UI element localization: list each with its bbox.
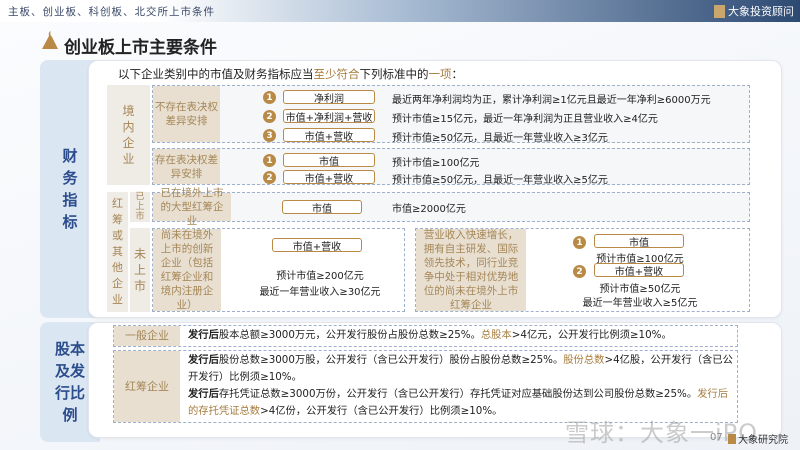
listed-desc: 已在境外上市的大型红筹企业 [153,187,231,227]
criterion-line: 预计市值≥200亿元 [276,271,364,282]
listed-label: 已上市 [130,192,150,222]
number-badge: 3 [263,129,276,142]
intro-text: 以下企业类别中的市值及财务指标应当至少符合下列标准中的一项： [118,67,463,81]
brand-logo-icon [714,4,725,18]
criterion-pill: 市值+净利润+营收 [283,109,375,124]
criterion-pill: 市值+营收 [283,128,375,143]
number-badge: 1 [263,91,276,104]
number-badge: 2 [263,171,276,184]
header-brand: 大象投资顾问 [714,3,794,19]
criterion-pill: 市值+营收 [594,263,684,278]
criterion-text: 最近两年净利润均为正，累计净利润≥1亿元且最近一年净利≥6000万元 [392,95,711,106]
no-vote-label: 不存在表决权差异安排 [153,86,220,142]
criterion-pill: 净利润 [283,90,375,105]
side-label-text: 财务指标 [62,147,78,231]
general-text: 发行后股本总额≥3000万元，公开发行股份占股份总数≥25%。总股本>4亿元，公… [188,329,672,341]
criterion-text: 预计市值≥50亿元，且最近一年营业收入≥3亿元 [392,133,608,144]
criterion-pill: 市值+营收 [272,238,362,253]
redchip-paragraph-1: 发行后股份总数≥3000万股，公开发行（含已公开发行）股份占股份总数≥25%。股… [188,354,733,383]
unlisted-label: 未上市 [130,228,150,312]
criterion-text: 预计市值≥100亿元 [392,158,480,169]
criterion-pill: 市值 [282,200,362,215]
number-badge: 2 [573,265,586,278]
brand-logo-icon [728,433,736,444]
criterion-pill: 市值 [283,153,375,168]
page-number: 07 [710,432,723,443]
general-label: 一般企业 [114,326,180,346]
footer-brand: 大象研究院 [728,431,788,446]
vote-label: 存在表决权差异安排 [153,149,220,184]
redchip-text: 发行后股份总数≥3000万股，公开发行（含已公开发行）股份占股份总数≥25%。股… [188,352,733,420]
criterion-line: 最近一年营业收入≥5亿元 [582,298,698,309]
number-badge: 1 [573,236,586,249]
number-badge: 1 [263,154,276,167]
criterion-text: 市值≥2000亿元 [392,204,466,215]
unlisted-b-desc: 营业收入快速增长，拥有自主研发、国际领先技术，同行业竞争中处于相对优势地位的尚未… [416,229,526,311]
page-title: 创业板上市主要条件 [64,38,217,58]
brand-name: 大象投资顾问 [728,5,794,18]
elephant-logo-icon [42,31,58,49]
domestic-label: 境内企业 [107,85,150,185]
redchip-label: 红筹或其他企业 [107,192,128,312]
side-label-text: 股本及发行比例 [54,340,85,424]
criterion-pill: 市值 [594,234,684,249]
criterion-text: 预计市值≥15亿元，最近一年净利润为正且营业收入≥4亿元 [392,114,658,125]
unlisted-a-desc: 尚未在境外上市的创新企业（包括红筹企业和境内注册企业） [153,229,221,311]
header-title: 主板、创业板、科创板、北交所上市条件 [8,6,215,18]
criterion-line: 预计市值≥50亿元 [599,284,681,295]
number-badge: 2 [263,110,276,123]
redchip-equity-label: 红筹企业 [114,351,180,422]
criterion-pill: 市值+营收 [283,170,375,185]
criterion-text: 预计市值≥50亿元，且最近一年营业收入≥5亿元 [392,175,608,186]
criterion-line: 最近一年营业收入≥30亿元 [259,287,381,298]
